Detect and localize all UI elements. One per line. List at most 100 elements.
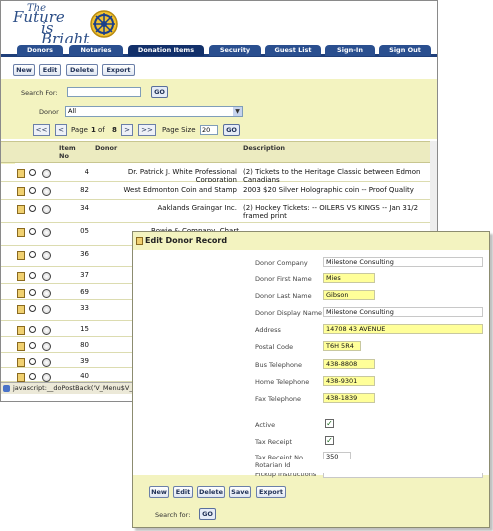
address-field[interactable]: 14708 43 AVENUE [323,324,483,334]
col-description[interactable]: Description [243,144,285,152]
donor-label: Donor [39,108,59,116]
col-donor[interactable]: Donor [95,144,117,152]
item-no-cell: 69 [80,288,89,296]
table-row[interactable]: 4 Dr. Patrick J. White Professional Corpor… [1,164,437,184]
row-select-radio[interactable] [42,289,51,298]
magnifier-icon[interactable] [29,373,36,380]
magnifier-icon[interactable] [29,205,36,212]
postal-code-field[interactable]: T6H 5R4 [323,341,361,351]
page-size-go-button[interactable]: GO [223,124,240,136]
tab-donors[interactable]: Donors [17,45,63,56]
row-select-radio[interactable] [42,305,51,314]
search-input[interactable] [67,87,141,97]
row-actions [17,205,53,215]
donor-select[interactable]: All ▼ [65,106,243,117]
edit-icon[interactable] [17,187,25,196]
dialog-delete-button[interactable]: Delete [197,486,225,498]
donor-display-name-field[interactable]: Milestone Consulting [323,307,483,317]
form-row: Bus Telephone 438-8808 [133,356,489,374]
donor-cell: Aaklands Graingar Inc. [157,204,237,212]
magnifier-icon[interactable] [29,187,36,194]
row-select-radio[interactable] [42,358,51,367]
next-page-button[interactable]: > [121,124,133,136]
row-select-radio[interactable] [42,187,51,196]
row-actions [17,228,53,238]
donor-last-name-field[interactable]: Gibson [323,290,375,300]
search-label: Search For: [21,89,58,97]
edit-icon[interactable] [17,251,25,260]
item-no-cell: 80 [80,341,89,349]
row-select-radio[interactable] [42,205,51,214]
magnifier-icon[interactable] [29,326,36,333]
active-checkbox[interactable]: ✓ [325,419,334,428]
edit-icon[interactable] [17,373,25,382]
bus-telephone-field[interactable]: 438-8808 [323,359,375,369]
dialog-edit-button[interactable]: Edit [173,486,193,498]
first-page-button[interactable]: << [33,124,50,136]
form-row: Fax Telephone 438-1839 [133,390,489,408]
row-select-radio[interactable] [42,373,51,382]
row-select-radio[interactable] [42,272,51,281]
edit-icon[interactable] [17,228,25,237]
tab-sign-in[interactable]: Sign-In [325,45,375,56]
new-button[interactable]: New [13,64,35,76]
dialog-save-button[interactable]: Save [229,486,251,498]
table-row[interactable]: 82 West Edmonton Coin and Stamp 2003 $20 S… [1,182,437,200]
export-button[interactable]: Export [102,64,135,76]
chevron-down-icon[interactable]: ▼ [233,107,242,116]
table-row[interactable]: 34 Aaklands Graingar Inc. (2) Hockey Ticke… [1,200,437,223]
last-page-button[interactable]: >> [138,124,156,136]
magnifier-icon[interactable] [29,169,36,176]
magnifier-icon[interactable] [29,251,36,258]
donor-first-name-label: Donor First Name [255,275,312,283]
tab-security[interactable]: Security [209,45,261,56]
magnifier-icon[interactable] [29,342,36,349]
magnifier-icon[interactable] [29,272,36,279]
row-select-radio[interactable] [42,342,51,351]
row-select-radio[interactable] [42,169,51,178]
item-no-cell: 37 [80,271,89,279]
tab-guest-list[interactable]: Guest List [265,45,321,56]
row-actions [17,289,53,299]
grid-header: Item No Donor Description [1,141,437,163]
search-go-button[interactable]: GO [151,86,168,98]
edit-icon[interactable] [17,305,25,314]
tab-donation-items[interactable]: Donation Items [128,45,204,56]
item-no-cell: 15 [80,325,89,333]
donor-first-name-field[interactable]: Mies [323,273,375,283]
row-select-radio[interactable] [42,251,51,260]
magnifier-icon[interactable] [29,228,36,235]
home-telephone-field[interactable]: 438-9301 [323,376,375,386]
tab-sign-out[interactable]: Sign Out [379,45,431,56]
row-select-radio[interactable] [42,228,51,237]
logo[interactable]: The Future is Bright [13,3,89,47]
edit-icon[interactable] [17,326,25,335]
dialog-new-button[interactable]: New [149,486,169,498]
edit-icon[interactable] [17,289,25,298]
dialog-go-button[interactable]: GO [199,508,216,520]
dialog-export-button[interactable]: Export [256,486,286,498]
rotarian-id-field[interactable] [323,460,325,470]
donor-cell: Dr. Patrick J. White Professional [127,168,237,176]
magnifier-icon[interactable] [29,305,36,312]
magnifier-icon[interactable] [29,358,36,365]
tax-receipt-checkbox[interactable]: ✓ [325,436,334,445]
edit-button[interactable]: Edit [39,64,61,76]
delete-button[interactable]: Delete [66,64,98,76]
edit-icon[interactable] [17,205,25,214]
prev-page-button[interactable]: < [55,124,67,136]
donor-company-field[interactable]: Milestone Consulting [323,257,483,267]
magnifier-icon[interactable] [29,289,36,296]
edit-donor-dialog: Edit Donor Record Donor Company Milestone… [132,231,490,528]
page-size-input[interactable]: 20 [200,125,218,135]
tab-notaries[interactable]: Notaries [69,45,123,56]
edit-icon[interactable] [17,342,25,351]
row-actions [17,358,53,368]
edit-icon[interactable] [17,272,25,281]
item-no-cell: 39 [80,357,89,365]
edit-icon[interactable] [17,358,25,367]
row-select-radio[interactable] [42,326,51,335]
col-item-no[interactable]: Item No [59,144,76,160]
edit-icon[interactable] [17,169,25,178]
fax-telephone-field[interactable]: 438-1839 [323,393,375,403]
